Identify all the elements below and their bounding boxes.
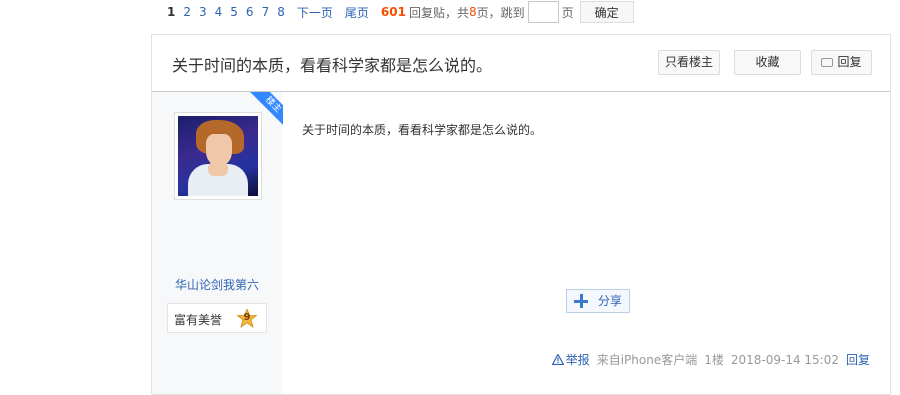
share-plus-icon [574,294,588,308]
badge-label: 富有美誉 [174,313,223,327]
page-8-link[interactable]: 8 [277,5,285,19]
avatar-image [178,116,258,196]
comment-icon [821,58,834,67]
page-4-link[interactable]: 4 [215,5,223,19]
page-6-link[interactable]: 6 [246,5,254,19]
pagination: 1 2 3 4 5 6 7 8 下一页 尾页 601 回复贴，共 8 页，跳到 … [167,0,634,24]
badge-level: 9 [243,312,251,323]
report-link[interactable]: 举报 [551,351,590,368]
jump-label: 页，跳到 [476,5,525,20]
thread-container: 关于时间的本质，看看科学家都是怎么说的。 只看楼主 收藏 回复 楼主 华山论剑我… [151,34,891,395]
author-name[interactable]: 华山论剑我第六 [152,276,282,293]
page-1-link[interactable]: 1 [167,5,175,19]
floor-reply-link[interactable]: 回复 [846,351,870,368]
post-floor-1: 楼主 华山论剑我第六 富有美誉 9 关于时间的本质，看看科学家都是怎么说的。 分… [152,92,890,395]
author-panel: 楼主 华山论剑我第六 富有美誉 9 [152,92,283,394]
reply-count-suffix: 回复贴，共 [408,5,469,20]
page-3-link[interactable]: 3 [199,5,207,19]
reply-button[interactable]: 回复 [811,50,872,75]
last-page-link[interactable]: 尾页 [345,4,369,21]
page-2-link[interactable]: 2 [183,5,191,19]
avatar[interactable] [174,112,262,200]
page-5-link[interactable]: 5 [230,5,238,19]
only-op-button[interactable]: 只看楼主 [658,50,720,75]
jump-page-input[interactable] [527,1,559,23]
page-unit: 页 [561,5,574,20]
reply-count: 601 [380,5,406,19]
thread-title: 关于时间的本质，看看科学家都是怎么说的。 [172,56,493,75]
next-page-link[interactable]: 下一页 [297,4,333,21]
floor-number: 1楼 [704,353,724,367]
honor-badge[interactable]: 富有美誉 9 [167,303,267,333]
share-button[interactable]: 分享 [566,289,630,313]
post-content: 关于时间的本质，看看科学家都是怎么说的。 [302,123,543,137]
level-badge-icon: 9 [237,309,257,329]
favorite-button[interactable]: 收藏 [734,50,801,75]
warning-icon [551,354,564,365]
page-7-link[interactable]: 7 [262,5,270,19]
thread-header: 关于时间的本质，看看科学家都是怎么说的。 只看楼主 收藏 回复 [152,35,890,92]
share-label: 分享 [598,294,623,308]
reply-button-label: 回复 [837,55,862,69]
from-app: 来自iPhone客户端 [596,353,698,367]
jump-confirm-button[interactable]: 确定 [579,1,634,23]
post-time: 2018-09-14 15:02 [730,352,839,367]
total-pages: 8 [468,5,477,19]
report-label: 举报 [565,353,590,367]
post-footer: 举报 来自iPhone客户端 1楼 2018-09-14 15:02 回复 [551,351,870,368]
